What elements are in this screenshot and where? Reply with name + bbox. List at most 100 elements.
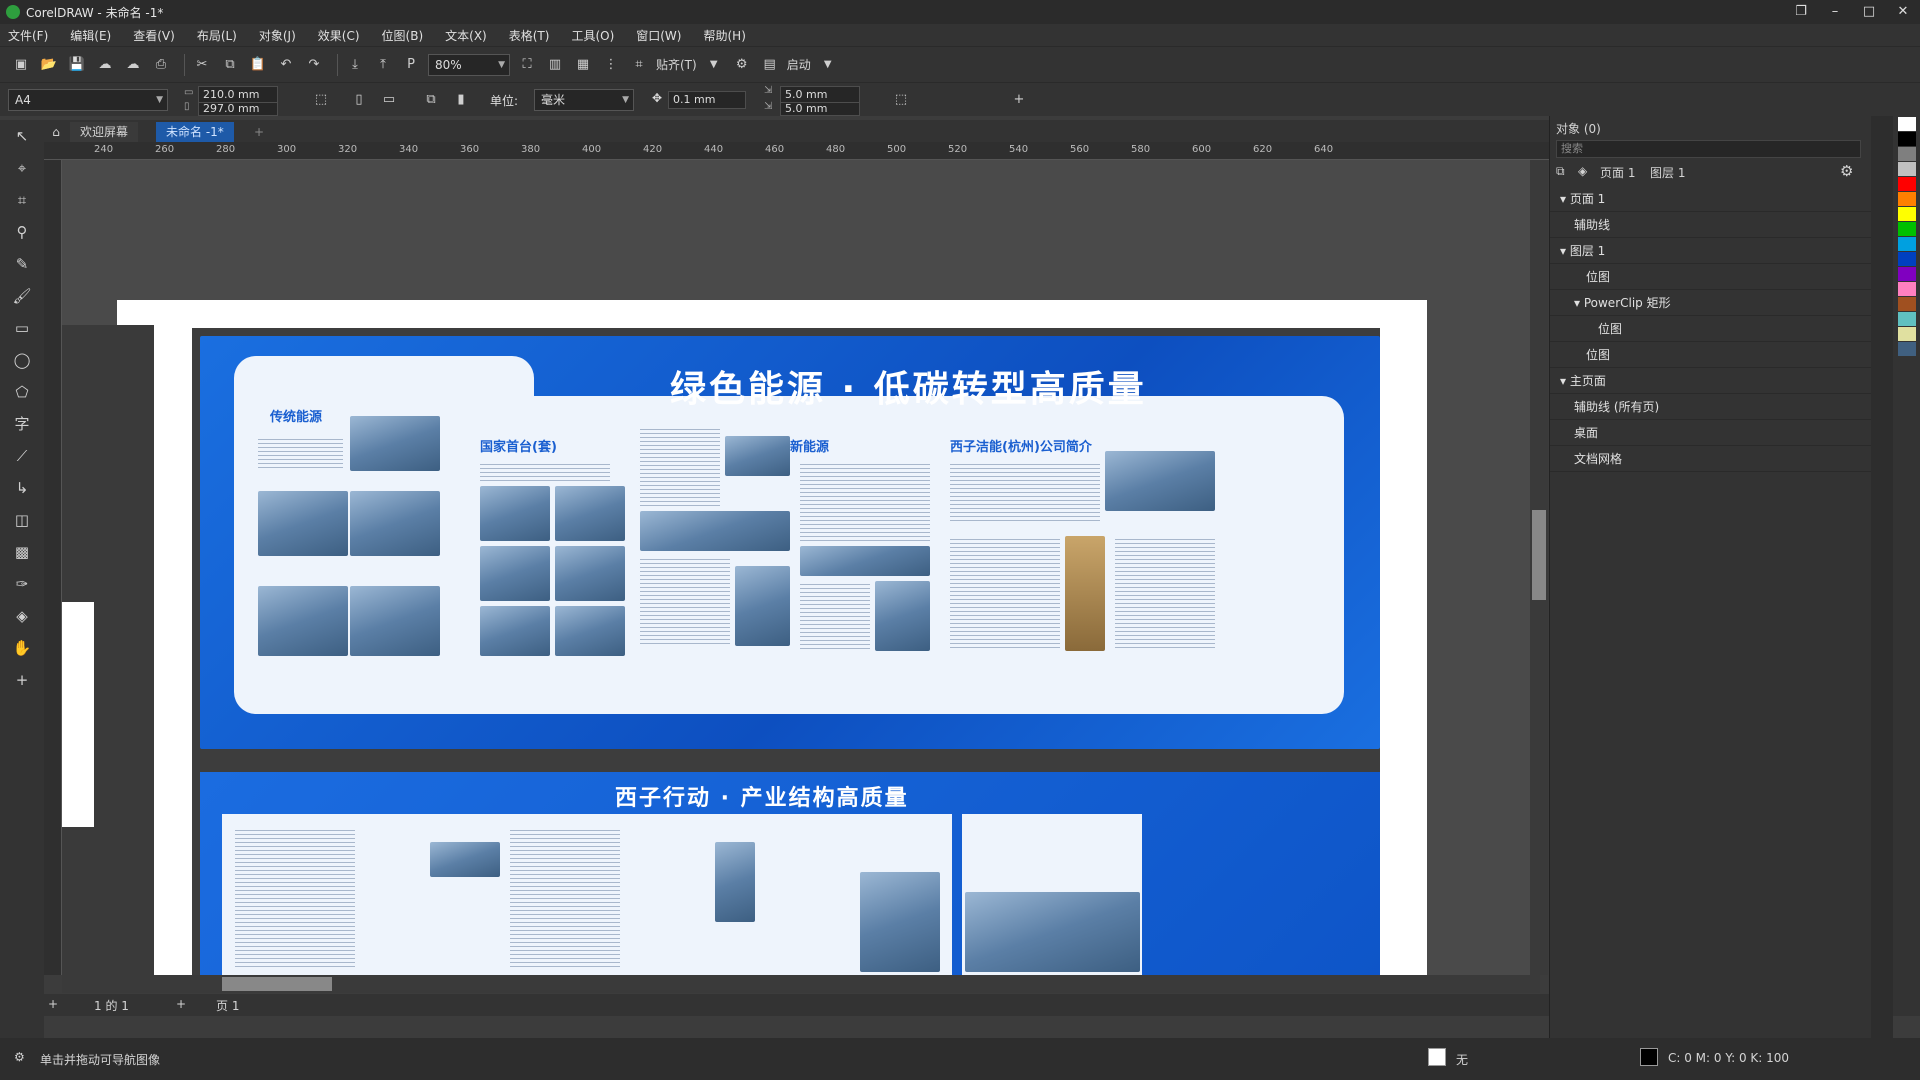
palette-swatch[interactable] <box>1897 267 1916 281</box>
menu-bitmaps[interactable]: 位图(B) <box>382 27 424 44</box>
save-icon[interactable]: 💾 <box>66 54 88 76</box>
tree-item-bitmap-2[interactable]: 位图 <box>1550 342 1872 368</box>
palette-swatch[interactable] <box>1897 342 1916 356</box>
menu-table[interactable]: 表格(T) <box>509 27 550 44</box>
menu-layout[interactable]: 布局(L) <box>197 27 237 44</box>
minimize-button[interactable]: – <box>1818 0 1852 24</box>
palette-swatch[interactable] <box>1897 282 1916 296</box>
offpage-bitmap[interactable] <box>62 602 94 827</box>
all-pages-icon[interactable]: ⬚ <box>310 89 332 111</box>
guidelines-icon[interactable]: ⋮ <box>600 54 622 76</box>
tree-item-guides[interactable]: 辅助线 <box>1550 212 1872 238</box>
paste-icon[interactable]: 📋 <box>247 54 269 76</box>
page-size-combo[interactable]: A4 ▼ <box>8 89 168 111</box>
tree-item-bitmap[interactable]: 位图 <box>1550 264 1872 290</box>
print-icon[interactable]: ⎙ <box>150 54 172 76</box>
palette-swatch[interactable] <box>1897 132 1916 146</box>
menu-help[interactable]: 帮助(H) <box>703 27 745 44</box>
menu-window[interactable]: 窗口(W) <box>636 27 681 44</box>
zoom-tool-icon[interactable]: ⚲ <box>0 216 44 248</box>
page-layout-icon[interactable]: ⧉ <box>420 89 442 111</box>
vertical-scrollbar[interactable] <box>1530 160 1548 975</box>
palette-swatch[interactable] <box>1897 237 1916 251</box>
cloud-download-icon[interactable]: ☁ <box>122 54 144 76</box>
color-palette[interactable] <box>1893 116 1920 1016</box>
copy-icon[interactable]: ⧉ <box>219 54 241 76</box>
poster-board-top[interactable]: 绿色能源 · 低碳转型高质量 传统能源 国家首台(套) 新能源 西子洁能(杭州)… <box>200 336 1380 749</box>
palette-swatch[interactable] <box>1897 297 1916 311</box>
palette-swatch[interactable] <box>1897 192 1916 206</box>
palette-swatch[interactable] <box>1897 147 1916 161</box>
duplicate-y-field[interactable]: 5.0 mm <box>780 102 860 116</box>
docker-settings-icon[interactable]: ⚙ <box>1840 162 1853 180</box>
launch-dropdown[interactable]: 启动 <box>787 56 811 73</box>
palette-swatch[interactable] <box>1897 177 1916 191</box>
rulers-icon[interactable]: ▥ <box>544 54 566 76</box>
snap-icon[interactable]: ⌗ <box>628 54 650 76</box>
rectangle-tool-icon[interactable]: ▭ <box>0 312 44 344</box>
poster-board-bottom[interactable]: 西子行动 · 产业结构高质量 <box>200 772 1380 975</box>
add-page-after-icon[interactable]: + <box>176 997 186 1011</box>
horizontal-ruler[interactable]: 240 260 280 300 320 340 360 380 400 420 440 460 480 5… <box>44 142 1549 160</box>
zoom-level-combo[interactable]: 80% ▼ <box>428 53 510 76</box>
status-gear-icon[interactable]: ⚙ <box>14 1050 25 1064</box>
palette-swatch[interactable] <box>1897 312 1916 326</box>
menu-object[interactable]: 对象(J) <box>259 27 296 44</box>
add-icon[interactable]: + <box>1008 89 1030 111</box>
undo-icon[interactable]: ↶ <box>275 54 297 76</box>
smart-fill-icon[interactable]: ✋ <box>0 632 44 664</box>
fill-swatch[interactable] <box>1428 1048 1446 1066</box>
tree-item-powerclip[interactable]: ▾ PowerClip 矩形 <box>1550 290 1872 316</box>
polygon-tool-icon[interactable]: ⬠ <box>0 376 44 408</box>
artistic-media-icon[interactable]: 🖌 <box>0 280 44 312</box>
eyedropper-icon[interactable]: ✑ <box>0 568 44 600</box>
connector-tool-icon[interactable]: ↳ <box>0 472 44 504</box>
text-tool-icon[interactable]: 字 <box>0 408 44 440</box>
palette-swatch[interactable] <box>1897 117 1916 131</box>
tree-item-page[interactable]: ▾ 页面 1 <box>1550 186 1872 212</box>
vertical-ruler[interactable] <box>44 160 62 975</box>
page-tab[interactable]: 页 1 <box>216 997 239 1014</box>
menu-text[interactable]: 文本(X) <box>445 27 487 44</box>
tree-item-master-page[interactable]: ▾ 主页面 <box>1550 368 1872 394</box>
palette-swatch[interactable] <box>1897 327 1916 341</box>
options-gear-icon[interactable]: ⚙ <box>731 54 753 76</box>
object-search-input[interactable]: 搜索 <box>1556 140 1861 158</box>
dimension-tool-icon[interactable]: ⟋ <box>0 440 44 472</box>
treat-as-filled-icon[interactable]: ⬚ <box>890 89 912 111</box>
menu-edit[interactable]: 编辑(E) <box>70 27 111 44</box>
grid-icon[interactable]: ▦ <box>572 54 594 76</box>
menu-tools[interactable]: 工具(O) <box>571 27 614 44</box>
export-icon[interactable]: ⤒ <box>372 54 394 76</box>
docker-tabs-strip[interactable] <box>1871 116 1893 1080</box>
new-document-icon[interactable]: ▣ <box>10 54 32 76</box>
menu-file[interactable]: 文件(F) <box>8 27 48 44</box>
ellipse-tool-icon[interactable]: ◯ <box>0 344 44 376</box>
panel-page-label[interactable]: 页面 1 <box>1600 164 1635 181</box>
page-bleed-icon[interactable]: ▮ <box>450 89 472 111</box>
import-icon[interactable]: ⤓ <box>344 54 366 76</box>
transparency-icon[interactable]: ▩ <box>0 536 44 568</box>
launch-icon[interactable]: ▤ <box>759 54 781 76</box>
tab-document[interactable]: 未命名 -1* <box>156 122 234 142</box>
unit-combo[interactable]: 毫米 ▼ <box>534 89 634 111</box>
menu-effects[interactable]: 效果(C) <box>318 27 360 44</box>
pick-tool-icon[interactable]: ↖ <box>0 120 44 152</box>
freehand-tool-icon[interactable]: ✎ <box>0 248 44 280</box>
landscape-icon[interactable]: ▭ <box>378 89 400 111</box>
home-icon[interactable]: ⌂ <box>44 122 68 142</box>
tree-item-bitmap-inner[interactable]: 位图 <box>1550 316 1872 342</box>
palette-swatch[interactable] <box>1897 222 1916 236</box>
drop-shadow-icon[interactable]: ◫ <box>0 504 44 536</box>
redo-icon[interactable]: ↷ <box>303 54 325 76</box>
close-button[interactable]: ✕ <box>1886 0 1920 24</box>
shape-tool-icon[interactable]: ⌖ <box>0 152 44 184</box>
horizontal-scrollbar[interactable] <box>62 975 1540 993</box>
page-height-field[interactable]: 297.0 mm <box>198 102 278 116</box>
maximize-button[interactable]: □ <box>1852 0 1886 24</box>
tree-item-layer[interactable]: ▾ 图层 1 <box>1550 238 1872 264</box>
palette-swatch[interactable] <box>1897 162 1916 176</box>
palette-swatch[interactable] <box>1897 252 1916 266</box>
nudge-distance-field[interactable]: 0.1 mm <box>668 91 746 109</box>
fill-tool-icon[interactable]: ◈ <box>0 600 44 632</box>
